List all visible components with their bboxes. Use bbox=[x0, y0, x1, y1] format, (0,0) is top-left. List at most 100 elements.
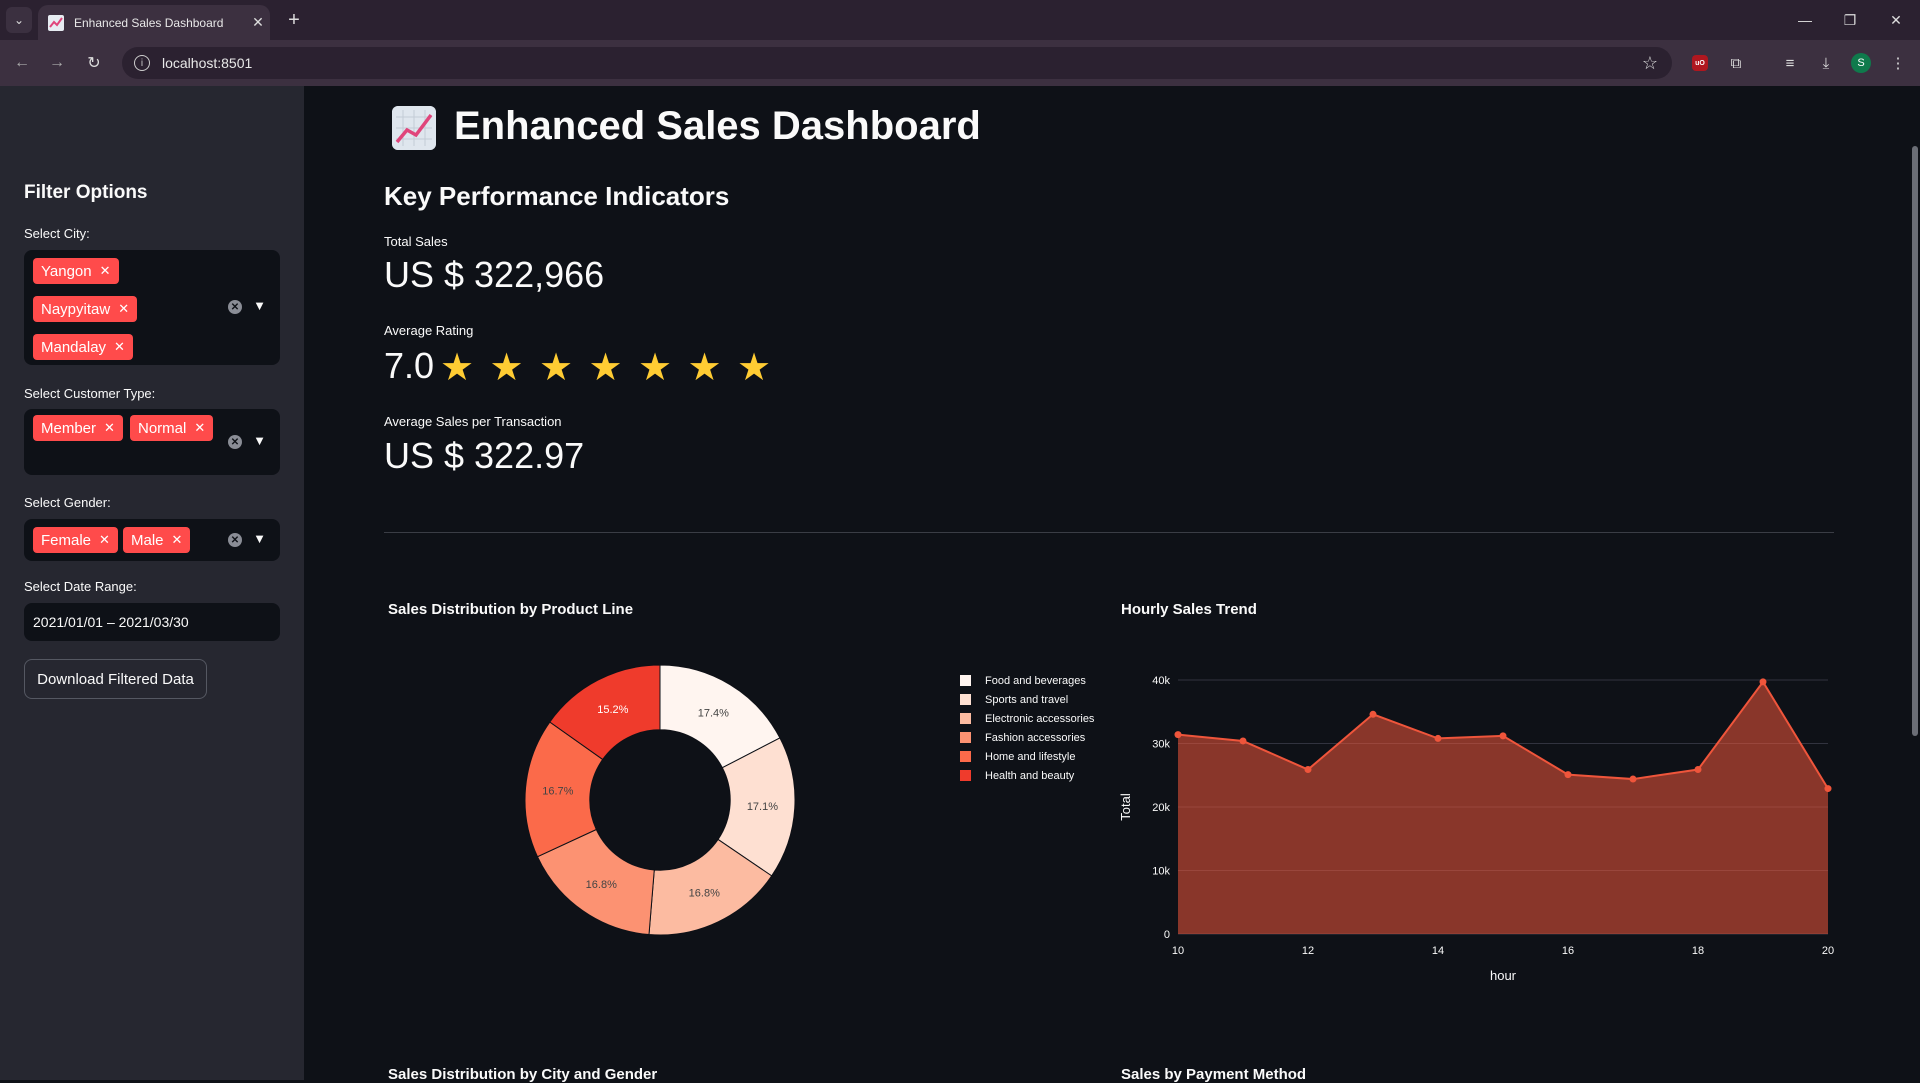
page-scrollbar[interactable] bbox=[1912, 146, 1918, 736]
chevron-down-icon[interactable]: ▼ bbox=[253, 298, 266, 313]
new-tab-button[interactable]: + bbox=[282, 8, 306, 32]
legend-item[interactable]: Fashion accessories bbox=[960, 728, 1094, 747]
chip-remove-icon[interactable]: ✕ bbox=[172, 532, 183, 548]
clear-all-icon[interactable]: ✕ bbox=[228, 533, 242, 547]
chip-remove-icon[interactable]: ✕ bbox=[114, 339, 125, 355]
data-point[interactable] bbox=[1304, 766, 1312, 774]
legend-swatch bbox=[960, 751, 971, 762]
browser-tab[interactable]: Enhanced Sales Dashboard ✕ bbox=[38, 5, 270, 40]
customer-type-multiselect[interactable]: Member ✕ Normal ✕ ✕ ▼ bbox=[24, 409, 280, 475]
chip-male[interactable]: Male ✕ bbox=[123, 527, 191, 553]
star-icon: ★ bbox=[687, 347, 722, 389]
city-multiselect[interactable]: Yangon ✕ Naypyitaw ✕ Mandalay ✕ ✕ ▼ bbox=[24, 250, 280, 365]
back-arrow-icon[interactable]: ← bbox=[10, 51, 34, 75]
legend-item[interactable]: Home and lifestyle bbox=[960, 747, 1094, 766]
legend-swatch bbox=[960, 732, 971, 743]
legend-item[interactable]: Health and beauty bbox=[960, 766, 1094, 785]
data-point[interactable] bbox=[1499, 732, 1507, 740]
legend-item[interactable]: Electronic accessories bbox=[960, 709, 1094, 728]
window-close-icon[interactable]: ✕ bbox=[1876, 8, 1916, 32]
hourly-sales-area-chart[interactable]: 0 10k 20k 30k 40k 10 12 14 16 18 20 hour Total bbox=[1110, 650, 1850, 990]
chip-mandalay[interactable]: Mandalay ✕ bbox=[33, 334, 133, 360]
y-tick-label: 30k bbox=[1152, 739, 1170, 751]
chip-label: Male bbox=[131, 531, 164, 549]
pie-chart-title: Sales Distribution by Product Line bbox=[388, 601, 634, 618]
browser-nav-bar: ← → ↻ i localhost:8501 ☆ uO ⧉ ≡ ⤓ S ⋮ bbox=[0, 40, 1920, 86]
x-axis-label: hour bbox=[1490, 968, 1517, 983]
browser-menu-icon[interactable]: ⋮ bbox=[1886, 51, 1910, 75]
x-tick-label: 10 bbox=[1172, 945, 1184, 957]
chevron-down-icon[interactable]: ▼ bbox=[253, 433, 266, 448]
legend-label: Food and beverages bbox=[985, 674, 1086, 687]
legend-label: Sports and travel bbox=[985, 693, 1069, 706]
data-point[interactable] bbox=[1629, 775, 1637, 783]
y-tick-label: 40k bbox=[1152, 675, 1170, 687]
legend-label: Electronic accessories bbox=[985, 712, 1095, 725]
media-controls-icon[interactable]: ≡ bbox=[1778, 51, 1802, 75]
chip-member[interactable]: Member ✕ bbox=[33, 415, 123, 441]
ublock-badge: uO bbox=[1692, 55, 1708, 71]
site-info-icon[interactable]: i bbox=[134, 55, 150, 71]
total-sales-value: US $ 322,966 bbox=[384, 254, 605, 295]
data-point[interactable] bbox=[1239, 737, 1247, 745]
divider bbox=[384, 532, 1834, 533]
chip-female[interactable]: Female ✕ bbox=[33, 527, 118, 553]
clear-all-icon[interactable]: ✕ bbox=[228, 300, 242, 314]
chip-remove-icon[interactable]: ✕ bbox=[100, 263, 111, 279]
address-bar[interactable]: i localhost:8501 ☆ bbox=[122, 47, 1672, 79]
pie-slice-label: 15.2% bbox=[597, 704, 628, 716]
profile-avatar[interactable]: S bbox=[1849, 51, 1873, 75]
data-point[interactable] bbox=[1824, 785, 1832, 793]
forward-arrow-icon[interactable]: → bbox=[45, 51, 69, 75]
date-range-input[interactable]: 2021/01/01 – 2021/03/30 bbox=[24, 603, 280, 641]
data-point[interactable] bbox=[1564, 771, 1572, 779]
data-point[interactable] bbox=[1694, 766, 1702, 774]
tab-search-button[interactable]: ⌄ bbox=[6, 7, 32, 33]
legend-label: Home and lifestyle bbox=[985, 750, 1076, 763]
tab-title: Enhanced Sales Dashboard bbox=[74, 15, 224, 30]
x-tick-label: 20 bbox=[1822, 945, 1834, 957]
chip-naypyitaw[interactable]: Naypyitaw ✕ bbox=[33, 296, 138, 322]
chip-remove-icon[interactable]: ✕ bbox=[99, 532, 110, 548]
chip-label: Female bbox=[41, 531, 92, 549]
y-tick-label: 10k bbox=[1152, 866, 1170, 878]
pie-slice-label: 16.8% bbox=[586, 879, 617, 891]
data-point[interactable] bbox=[1369, 710, 1377, 718]
restore-icon[interactable]: ❐ bbox=[1830, 8, 1870, 32]
data-point[interactable] bbox=[1759, 678, 1767, 686]
reload-icon[interactable]: ↻ bbox=[82, 51, 106, 75]
chip-remove-icon[interactable]: ✕ bbox=[104, 420, 115, 436]
avg-sales-tx-value: US $ 322.97 bbox=[384, 435, 585, 476]
url-text[interactable]: localhost:8501 bbox=[162, 55, 1642, 71]
legend-item[interactable]: Sports and travel bbox=[960, 690, 1094, 709]
area-fill bbox=[1178, 681, 1828, 934]
clear-all-icon[interactable]: ✕ bbox=[228, 435, 242, 449]
legend-item[interactable]: Food and beverages bbox=[960, 671, 1094, 690]
chip-label: Naypyitaw bbox=[41, 300, 111, 318]
product-line-donut-chart[interactable]: 17.4% 17.1% 16.8% 16.8% 16.7% 15.2% bbox=[500, 650, 830, 940]
tab-close-icon[interactable]: ✕ bbox=[246, 14, 270, 31]
download-icon[interactable]: ⤓ bbox=[1814, 51, 1838, 75]
city-label: Select City: bbox=[24, 226, 90, 241]
chip-yangon[interactable]: Yangon ✕ bbox=[33, 258, 119, 284]
chip-normal[interactable]: Normal ✕ bbox=[130, 415, 214, 441]
x-tick-label: 16 bbox=[1562, 945, 1574, 957]
download-filtered-data-button[interactable]: Download Filtered Data bbox=[24, 659, 207, 699]
data-point[interactable] bbox=[1434, 734, 1442, 742]
extensions-puzzle-icon[interactable]: ⧉ bbox=[1724, 51, 1748, 75]
chip-remove-icon[interactable]: ✕ bbox=[118, 301, 129, 317]
x-tick-label: 14 bbox=[1432, 945, 1444, 957]
chip-label: Normal bbox=[138, 419, 187, 437]
chip-remove-icon[interactable]: ✕ bbox=[194, 420, 205, 436]
payment-method-chart-title: Sales by Payment Method bbox=[1121, 1066, 1307, 1083]
bookmark-star-icon[interactable]: ☆ bbox=[1642, 53, 1658, 74]
minimize-icon[interactable]: — bbox=[1785, 8, 1825, 32]
rating-stars: ★ ★ ★ ★ ★ ★ ★ bbox=[440, 346, 787, 390]
ublock-extension-icon[interactable]: uO bbox=[1688, 51, 1712, 75]
chip-label: Member bbox=[41, 419, 97, 437]
chart-increasing-icon bbox=[392, 106, 436, 150]
data-point[interactable] bbox=[1174, 731, 1182, 739]
chevron-down-icon[interactable]: ▼ bbox=[253, 531, 266, 546]
y-tick-label: 0 bbox=[1164, 929, 1170, 941]
gender-multiselect[interactable]: Female ✕ Male ✕ ✕ ▼ bbox=[24, 519, 280, 561]
